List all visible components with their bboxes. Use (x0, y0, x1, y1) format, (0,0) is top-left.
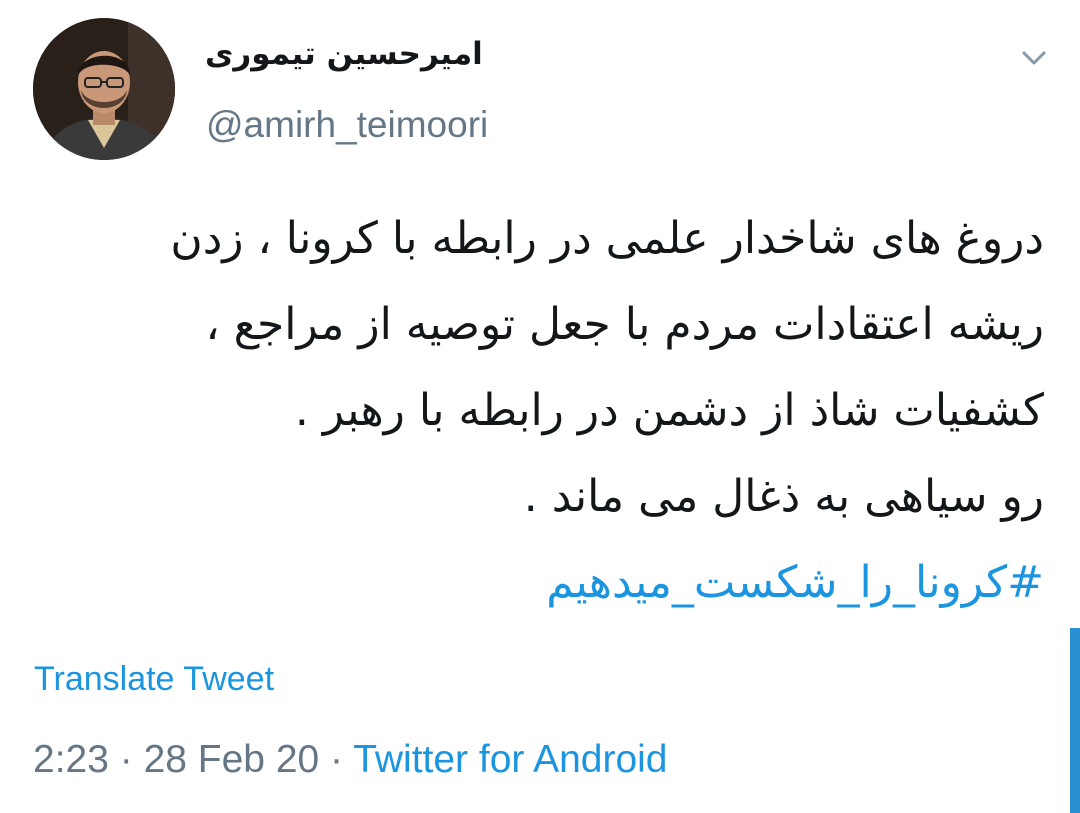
tweet-meta: 2:23 · 28 Feb 20 · Twitter for Android (33, 738, 668, 782)
tweet-source-link[interactable]: Twitter for Android (353, 738, 667, 781)
tweet-text-line: رو سیاهی به ذغال می ماند . (523, 471, 1044, 522)
meta-separator: · (319, 738, 354, 781)
tweet-text-line: ریشه اعتقادات مردم با جعل توصیه از مراجع… (205, 299, 1044, 350)
tweet-text-line: دروغ های شاخدار علمی در رابطه با کرونا ،… (170, 213, 1044, 264)
chevron-down-icon (1022, 51, 1046, 65)
tweet-text: دروغ های شاخدار علمی در رابطه با کرونا ،… (34, 196, 1044, 626)
avatar[interactable] (33, 18, 175, 160)
tweet-date[interactable]: 28 Feb 20 (144, 738, 320, 781)
scrollbar[interactable] (1070, 628, 1080, 813)
tweet-time[interactable]: 2:23 (33, 738, 109, 781)
meta-separator: · (108, 738, 144, 781)
avatar-photo (33, 18, 175, 160)
display-name[interactable]: امیرحسین تیموری (205, 36, 483, 72)
translate-tweet-link[interactable]: Translate Tweet (34, 660, 274, 699)
tweet-card: امیرحسین تیموری @amirh_teimoori دروغ های… (0, 0, 1080, 813)
hashtag-link[interactable]: #کرونا_را_شکست_میدهیم (34, 540, 1044, 626)
user-handle[interactable]: @amirh_teimoori (206, 104, 488, 146)
tweet-menu-button[interactable] (1016, 40, 1052, 76)
tweet-text-line: کشفیات شاذ از دشمن در رابطه با رهبر . (294, 385, 1044, 436)
